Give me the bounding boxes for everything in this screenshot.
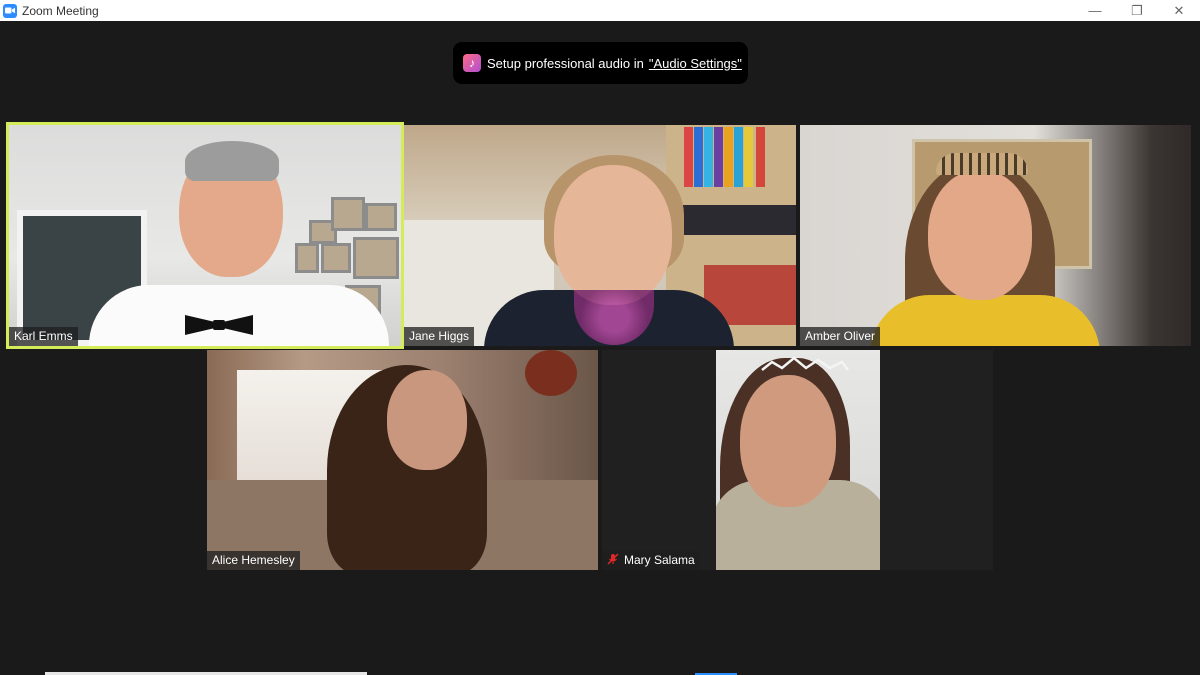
book [734,127,743,187]
video-tile-jane-higgs[interactable]: Jane Higgs [404,125,796,346]
music-note-icon: ♪ [463,54,481,72]
yellow-top [870,295,1100,346]
audio-settings-link[interactable]: "Audio Settings" [649,56,742,71]
participant-name: Alice Hemesley [207,551,300,570]
book [756,127,765,187]
title-bar: Zoom Meeting — ❐ ✕ [0,0,1200,21]
book-row [670,205,796,235]
book [704,127,713,187]
participant-hair [185,141,279,181]
participant-face [928,170,1032,300]
participant-face [554,165,672,305]
zoom-camera-icon [3,3,17,18]
participant-name: Karl Emms [9,327,78,346]
participant-face [387,370,467,470]
video-tile-karl-emms[interactable]: Karl Emms [9,125,401,346]
photo-frame [331,197,365,231]
video-tile-mary-salama[interactable]: Mary Salama [602,350,993,570]
book [714,127,723,187]
book [744,127,753,187]
photo-frame [321,243,351,273]
participant-name-label: Mary Salama [602,551,700,570]
photo-frame [353,237,399,279]
participant-name: Amber Oliver [800,327,881,346]
photo-frame [295,243,319,273]
participant-name: Mary Salama [624,553,695,567]
participant-face [740,375,836,507]
tiara-icon [761,356,849,371]
participant-video [716,350,880,570]
book [684,127,693,187]
bowtie-icon [185,315,253,335]
window-controls: — ❐ ✕ [1074,0,1200,21]
wall-clock [525,350,577,396]
book [724,127,733,187]
window-title: Zoom Meeting [22,3,99,18]
audio-settings-banner: ♪ Setup professional audio in "Audio Set… [453,42,748,84]
restore-button[interactable]: ❐ [1116,0,1158,21]
minimize-button[interactable]: — [1074,0,1116,21]
photo-frame [365,203,397,231]
leopard-headband [936,153,1028,175]
muted-microphone-icon [607,553,619,565]
video-tile-amber-oliver[interactable]: Amber Oliver [800,125,1191,346]
video-tile-alice-hemesley[interactable]: Alice Hemesley [207,350,598,570]
participant-name: Jane Higgs [404,327,475,346]
book [694,127,703,187]
banner-text: Setup professional audio in [487,55,644,71]
close-button[interactable]: ✕ [1158,0,1200,21]
